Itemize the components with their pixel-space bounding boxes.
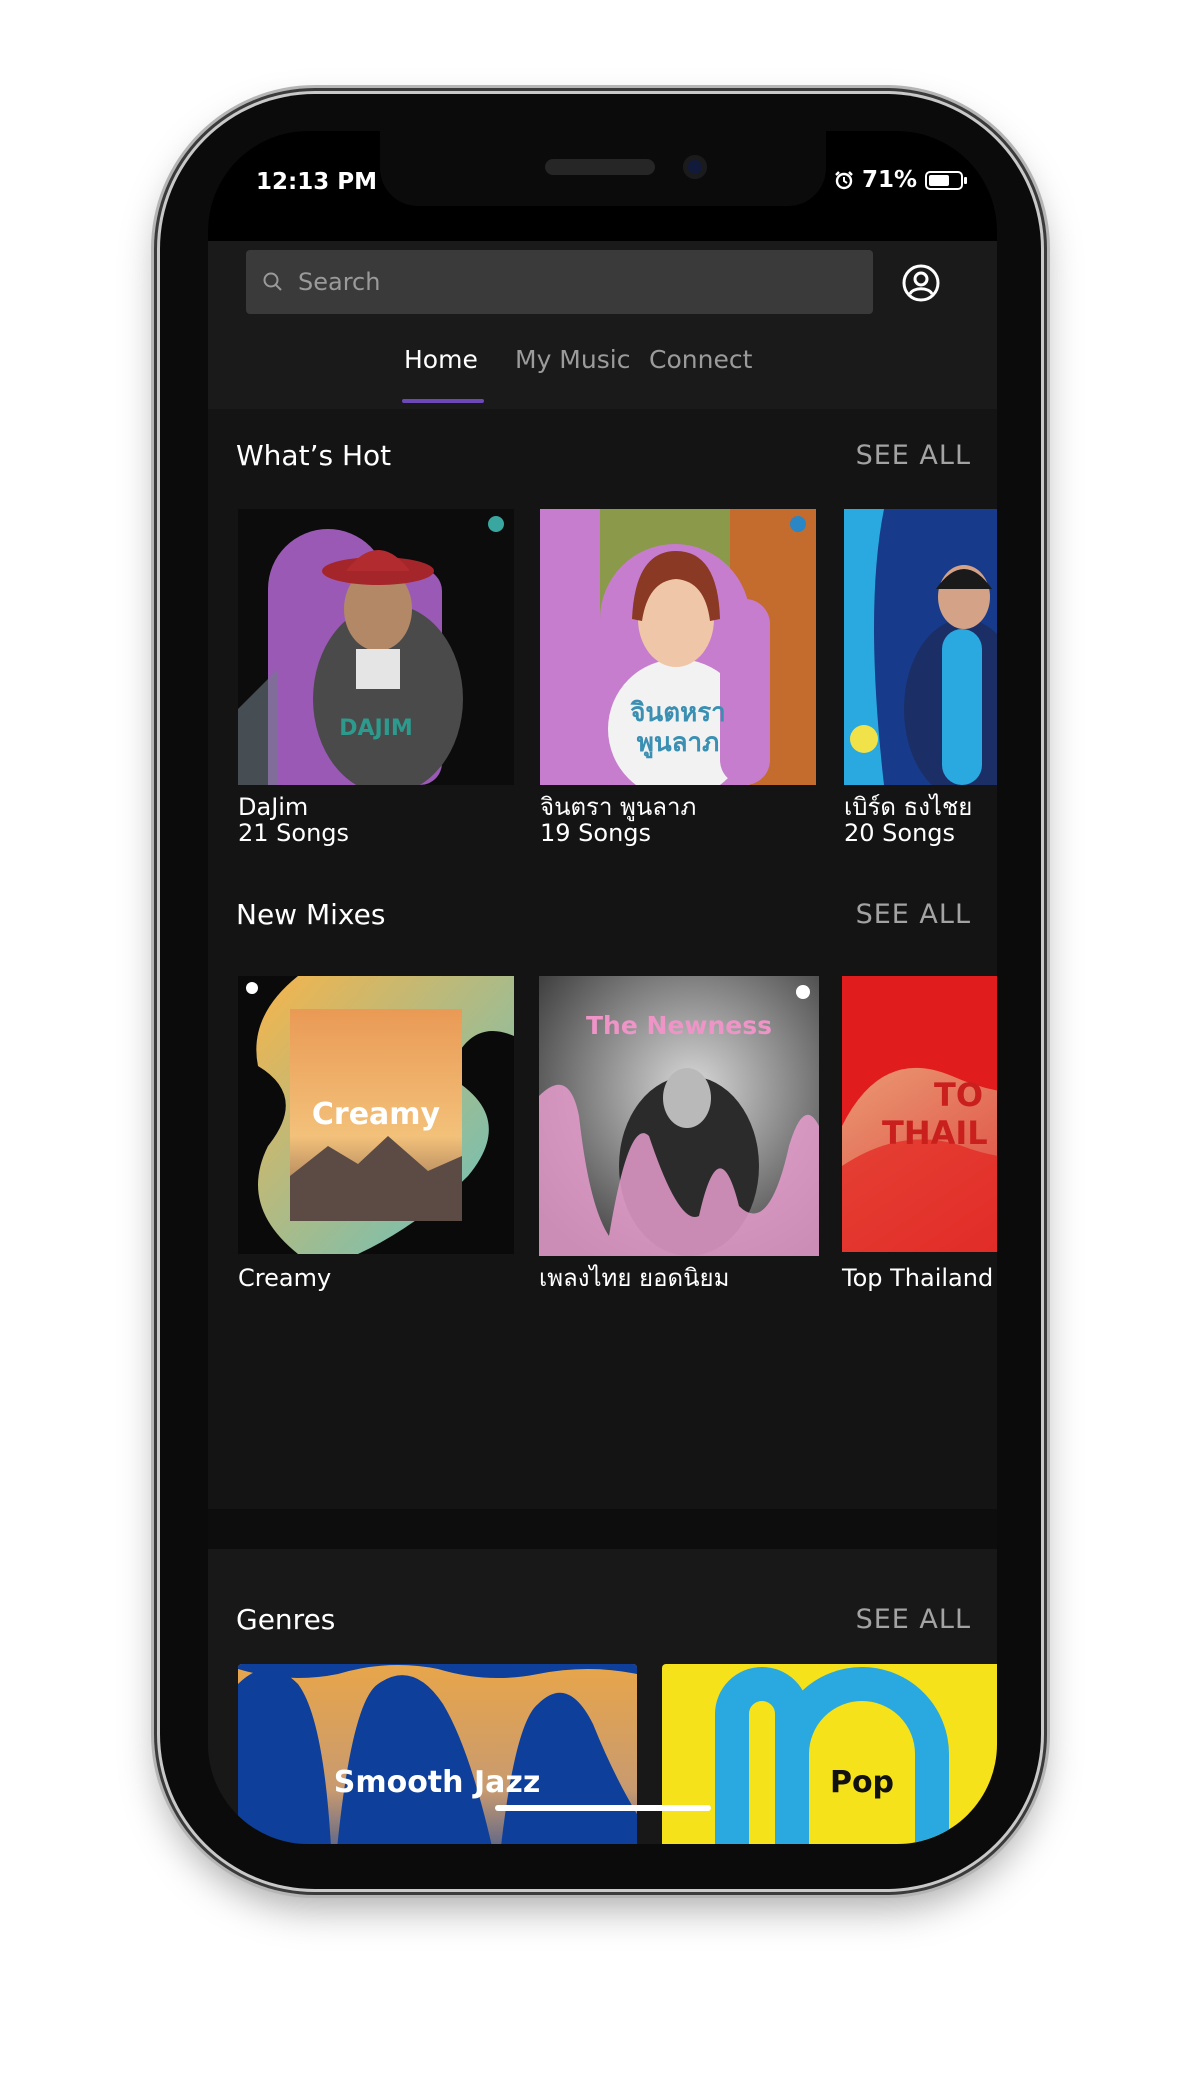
cover-label-line1: TO — [934, 1076, 983, 1114]
battery-percent: 71% — [861, 167, 917, 193]
mix-cover-art: The Newness — [539, 976, 819, 1256]
genre-label: Smooth Jazz — [334, 1765, 541, 1800]
artist-cover-art — [844, 509, 997, 785]
card-title: จินตรา พูนลาภ — [540, 793, 697, 821]
app-screen: 12:13 PM 71% Home My Music Con — [208, 131, 997, 1844]
whats-hot-header: What’s Hot SEE ALL — [236, 439, 971, 472]
battery-icon — [925, 170, 967, 190]
section-divider — [208, 1509, 997, 1549]
main-tabs: Home My Music Connect — [208, 345, 997, 405]
cover-label-line2: THAIL — [882, 1114, 988, 1152]
silent-switch — [153, 330, 158, 396]
card-title: เบิร์ด ธงไชย — [844, 793, 973, 821]
genre-label: Pop — [830, 1765, 894, 1800]
artist-cover: จินตหรา พูนลาภ — [540, 509, 816, 785]
genre-cover: Pop — [662, 1664, 997, 1844]
artist-cover — [844, 509, 997, 785]
profile-icon[interactable] — [901, 263, 941, 303]
genres-header: Genres SEE ALL — [236, 1603, 971, 1636]
card-title: Creamy — [238, 1264, 332, 1292]
card-song-count: 20 Songs — [844, 819, 956, 847]
whats-hot-see-all-button[interactable]: SEE ALL — [856, 440, 971, 471]
notch — [380, 131, 826, 206]
new-mixes-header: New Mixes SEE ALL — [236, 898, 971, 931]
status-time: 12:13 PM — [256, 169, 377, 195]
cover-label-line2: พูนลาภ — [637, 728, 720, 759]
artist-card-bird[interactable]: เบิร์ด ธงไชย 20 Songs — [844, 509, 997, 849]
mix-card-creamy[interactable]: Creamy Creamy — [238, 976, 514, 1296]
genres-see-all-button[interactable]: SEE ALL — [856, 1604, 971, 1635]
card-title: เพลงไทย ยอดนิยม — [539, 1264, 730, 1292]
card-song-count: 19 Songs — [540, 819, 652, 847]
section-title: New Mixes — [236, 898, 386, 931]
artist-cover: DAJIM — [238, 509, 514, 785]
mix-cover: Creamy — [238, 976, 514, 1254]
genre-cover: Smooth Jazz — [238, 1664, 637, 1844]
mix-cover: TO THAIL — [842, 976, 997, 1252]
artist-card-dajim[interactable]: DAJIM DaJim 21 Songs — [238, 509, 514, 849]
artist-cover-art: จินตหรา พูนลาภ — [540, 509, 816, 785]
tab-connect[interactable]: Connect — [649, 345, 752, 374]
genre-cover-art: Pop — [662, 1664, 997, 1844]
alarm-icon — [835, 171, 853, 190]
mix-card-the-newness[interactable]: The Newness เพลงไทย ยอดนิยม — [539, 976, 819, 1296]
artist-cover-art: DAJIM — [238, 509, 514, 785]
genre-card-pop[interactable]: Pop — [662, 1664, 997, 1844]
status-indicators: 71% — [834, 167, 967, 193]
cover-label: DAJIM — [339, 716, 413, 741]
artist-card-jintara[interactable]: จินตหรา พูนลาภ จินตรา พูนลาภ 19 Songs — [540, 509, 816, 849]
search-bar[interactable] — [246, 250, 873, 314]
new-mixes-see-all-button[interactable]: SEE ALL — [856, 899, 971, 930]
power-button — [1041, 505, 1046, 700]
card-title: DaJim — [238, 793, 309, 821]
genre-card-smooth-jazz[interactable]: Smooth Jazz — [238, 1664, 637, 1844]
mix-cover-art: TO THAIL — [842, 976, 997, 1252]
tab-home[interactable]: Home — [404, 345, 478, 374]
search-icon — [263, 272, 282, 291]
mix-cover-art: Creamy — [238, 976, 514, 1254]
tab-my-music[interactable]: My Music — [515, 345, 630, 374]
mix-card-top-thailand[interactable]: TO THAIL Top Thailand — [842, 976, 997, 1296]
cover-label-line1: จินตหรา — [630, 698, 726, 728]
cover-label: Creamy — [312, 1097, 441, 1132]
section-title: Genres — [236, 1603, 336, 1636]
card-song-count: 21 Songs — [238, 819, 350, 847]
status-bar: 12:13 PM 71% — [208, 131, 997, 241]
search-input[interactable] — [296, 267, 860, 297]
speaker — [545, 159, 655, 175]
home-content: What’s Hot SEE ALL DAJIM DaJim 21 Songs … — [208, 409, 997, 1844]
mix-cover: The Newness — [539, 976, 819, 1256]
genre-cover-art: Smooth Jazz — [238, 1664, 637, 1844]
cover-label: The Newness — [586, 1011, 772, 1040]
active-tab-indicator — [402, 399, 484, 403]
front-camera — [683, 155, 707, 179]
section-title: What’s Hot — [236, 439, 392, 472]
volume-up-button — [153, 455, 158, 583]
home-indicator[interactable] — [495, 1805, 711, 1811]
card-title: Top Thailand — [842, 1264, 994, 1292]
volume-down-button — [153, 613, 158, 741]
